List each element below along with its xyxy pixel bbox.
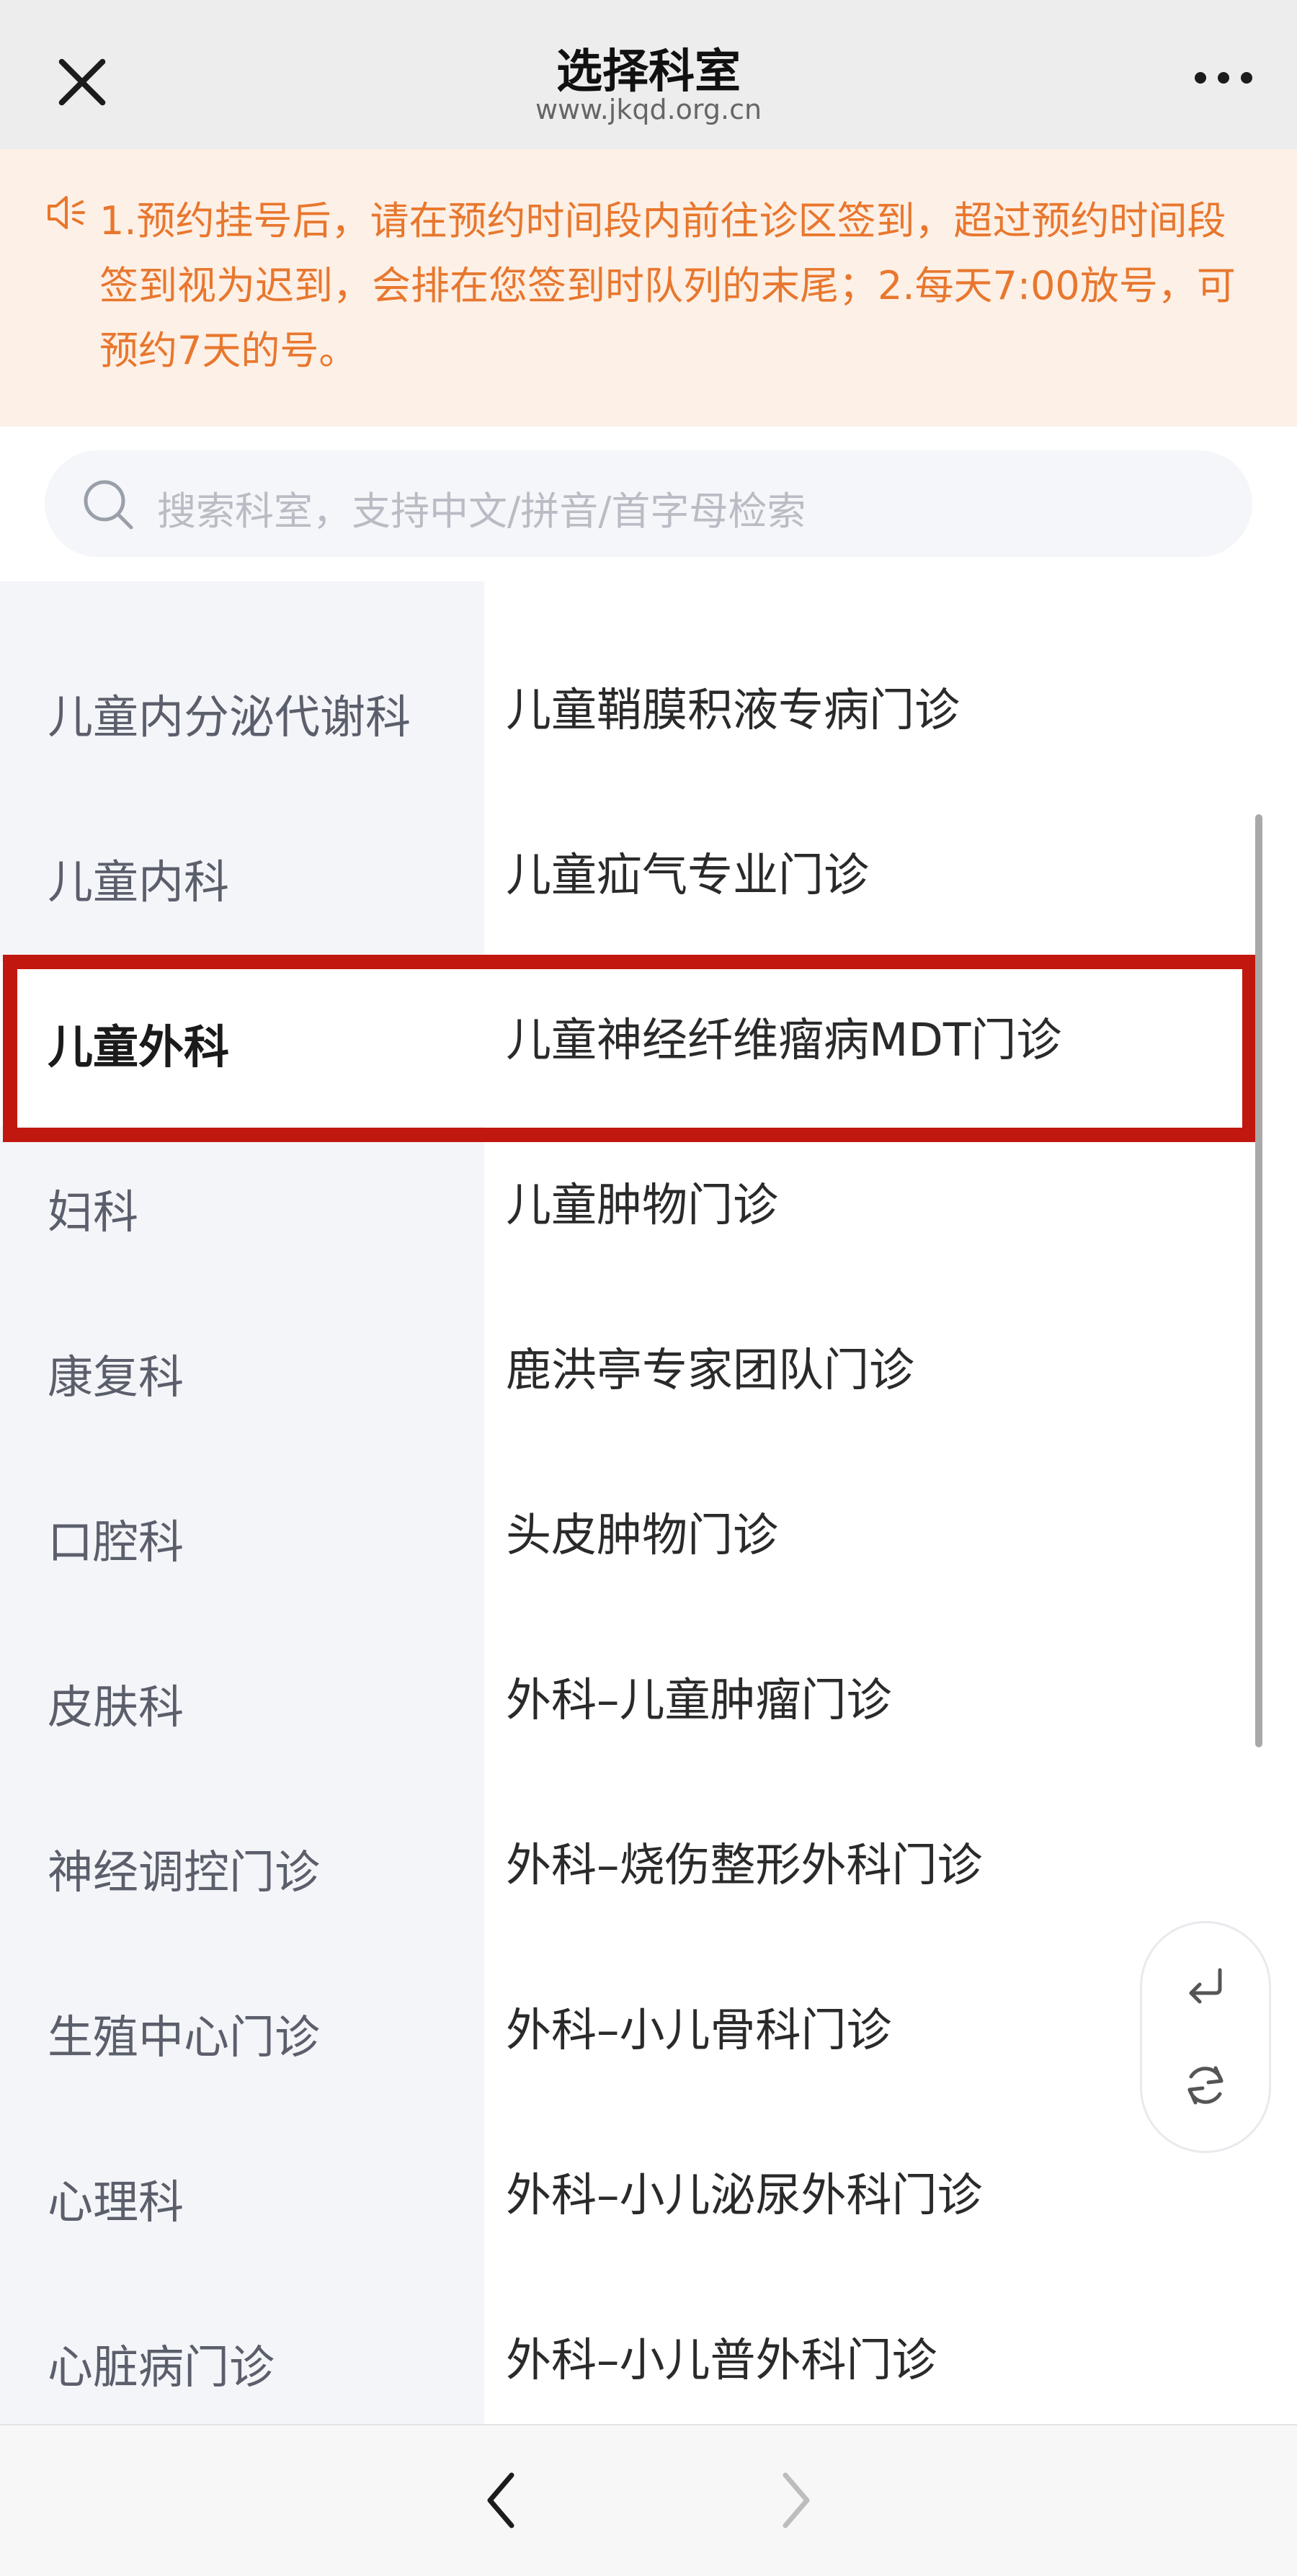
- department-item[interactable]: 皮肤科: [0, 1621, 484, 1786]
- search-icon: [84, 480, 133, 530]
- clinic-item[interactable]: 外科–小儿泌尿外科门诊: [484, 2109, 1262, 2274]
- department-item[interactable]: 生殖中心门诊: [0, 1951, 484, 2116]
- top-bar: 选择科室 www.jkqd.org.cn: [0, 0, 1297, 149]
- clinic-item[interactable]: 外科–烧伤整形外科门诊: [484, 1779, 1262, 1944]
- speaker-icon: [48, 196, 85, 229]
- department-item[interactable]: 心理科: [0, 2116, 484, 2281]
- scrollbar[interactable]: [1255, 814, 1262, 1747]
- refresh-icon[interactable]: [1180, 2059, 1231, 2111]
- back-arrow-icon[interactable]: [472, 2464, 530, 2536]
- department-item[interactable]: 儿童内分泌代谢科: [0, 631, 484, 796]
- clinic-item[interactable]: 儿童肿物门诊: [484, 1119, 1262, 1284]
- department-item[interactable]: 儿童外科: [0, 961, 484, 1126]
- forward-arrow-icon[interactable]: [767, 2464, 825, 2536]
- more-options-icon[interactable]: [1195, 72, 1252, 89]
- clinic-item[interactable]: 外科–儿童肿瘤门诊: [484, 1614, 1262, 1779]
- clinic-item[interactable]: 外科–小儿普外科门诊: [484, 2274, 1262, 2439]
- department-item[interactable]: 儿童内科: [0, 796, 484, 961]
- page-title: 选择科室: [556, 45, 741, 99]
- clinic-item[interactable]: 儿童神经纤维瘤病MDT门诊: [484, 954, 1262, 1119]
- clinic-item[interactable]: 儿童鞘膜积液专病门诊: [484, 624, 1262, 789]
- clinic-item[interactable]: 鹿洪亭专家团队门诊: [484, 1284, 1262, 1449]
- department-item[interactable]: 心脏病门诊: [0, 2281, 484, 2446]
- return-icon[interactable]: [1180, 1960, 1231, 2012]
- department-item[interactable]: 康复科: [0, 1291, 484, 1456]
- department-item[interactable]: 妇科: [0, 1126, 484, 1291]
- search-placeholder: 搜索科室，支持中文/拼音/首字母检索: [157, 489, 806, 534]
- page-url: www.jkqd.org.cn: [535, 94, 762, 125]
- floating-toolbar: [1140, 1921, 1271, 2153]
- clinic-item[interactable]: 头皮肿物门诊: [484, 1449, 1262, 1614]
- bottom-nav-bar: [0, 2424, 1297, 2576]
- department-item[interactable]: 口腔科: [0, 1456, 484, 1621]
- clinic-item[interactable]: 儿童疝气专业门诊: [484, 789, 1262, 954]
- department-item[interactable]: 神经调控门诊: [0, 1786, 484, 1951]
- notice-text: 1.预约挂号后，请在预约时间段内前往诊区签到，超过预约时间段签到视为迟到，会排在…: [99, 198, 1236, 373]
